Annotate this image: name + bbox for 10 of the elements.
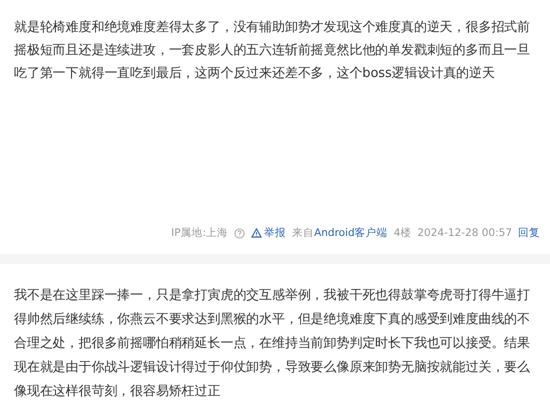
question-icon[interactable]	[234, 228, 246, 238]
ip-location: IP属地:上海	[171, 226, 228, 240]
post-text: 我不是在这里踩一捧一，只是拿打寅虎的交互感举例，我被干死也得鼓掌夸虎哥打得牛逼打得帅然后继续练，你燕云不要求达到黑猴的水平，但是绝境难度下真的感受到难度曲线的不合理之处，把很多前摇哪怕稍稍延长一点，在维持当前卸势判定时长下我也可以接受。结果现在就是由于你战斗逻辑设计得过于仰仗卸势，导致要么像原来卸势无脑按就能过关，要么像现在这样很苛刻，很容易矫枉过正	[14, 287, 532, 401]
reply-link[interactable]: 回复	[518, 226, 540, 240]
warning-icon	[251, 228, 262, 238]
post-time: 2024-12-28 00:57	[417, 227, 512, 239]
report-link[interactable]: 举报	[251, 226, 286, 240]
post-text: 就是轮椅难度和绝境难度差得太多了，没有辅助卸势才发现这个难度真的逆天，很多招式前摇极短而且还是连续进攻，一套皮影人的五六连斩前摇竟然比他的单发戳刺短的多而且一旦吃了第一下就得一直吃到最后，这两个反过来还差不多，这个boss逻辑设计真的逆天	[14, 19, 532, 83]
source-label: 来自Android客户端	[292, 226, 388, 240]
floor-number: 4楼	[394, 226, 412, 240]
